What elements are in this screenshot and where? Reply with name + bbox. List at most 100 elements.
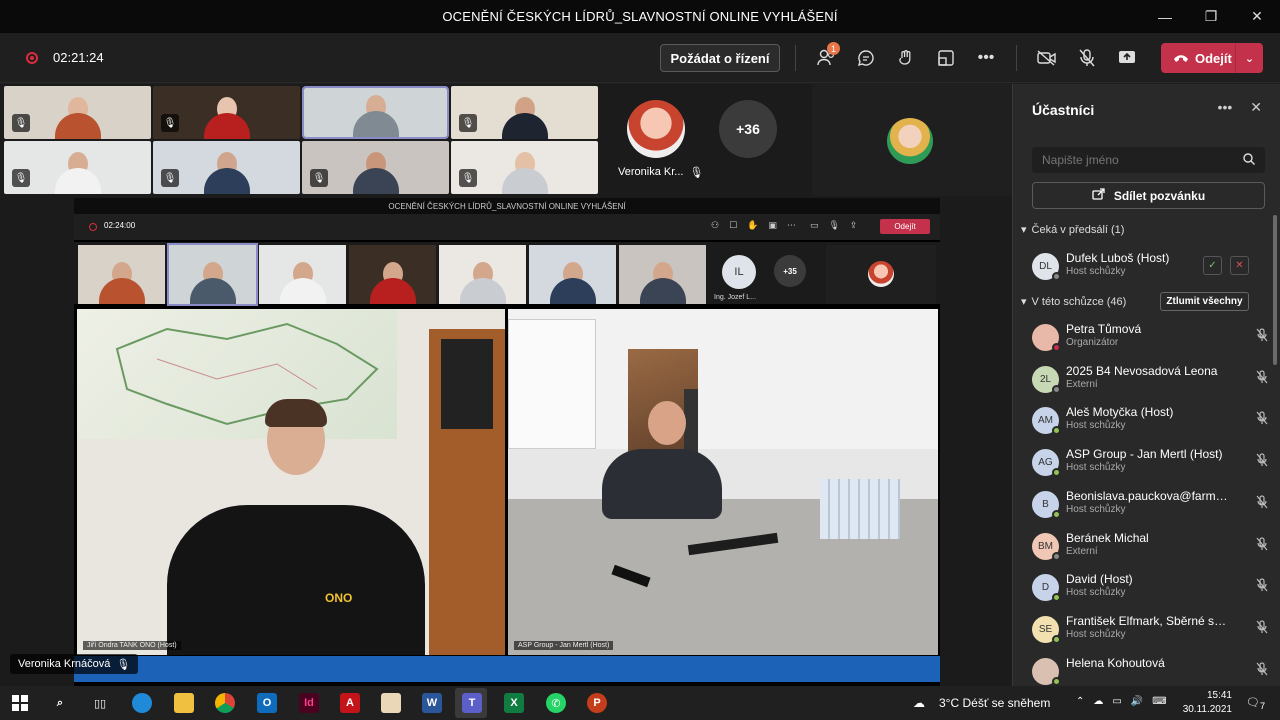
presenter-shirt: ONO — [167, 505, 425, 655]
outlook-icon[interactable]: O — [257, 693, 277, 713]
collapse-chevron-icon: ▾ — [1021, 224, 1027, 236]
meeting-section-header[interactable]: ▾ V této schůzce (46) — [1021, 295, 1126, 309]
search-field[interactable] — [1032, 147, 1265, 173]
participant-row[interactable]: D David (Host) Host schůzky — [1032, 570, 1268, 610]
shared-more-circle: +35 — [774, 255, 806, 287]
participant-row[interactable]: SE František Elfmark, Sběrné sur... Host s… — [1032, 612, 1268, 652]
featured-avatar[interactable] — [627, 100, 685, 158]
muted-mic-icon[interactable] — [1256, 495, 1268, 512]
participant-row[interactable]: BM Beránek Michal Externí — [1032, 529, 1268, 569]
rooms-icon[interactable] — [934, 46, 958, 70]
video-tile[interactable]: 🎙 — [153, 141, 300, 194]
camera-off-icon[interactable] — [1035, 46, 1059, 70]
task-view-icon[interactable]: ▯▯ — [90, 693, 110, 713]
participants-icon[interactable]: 1 — [814, 42, 840, 70]
lobby-row[interactable]: DL Dufek Luboš (Host) Host schůzky ✓ ✕ — [1032, 249, 1268, 289]
muted-mic-icon: 🎙 — [689, 167, 704, 179]
search-icon — [1243, 152, 1255, 168]
excel-icon[interactable]: X — [504, 693, 524, 713]
muted-mic-icon[interactable] — [1256, 453, 1268, 470]
video-tile[interactable]: 🎙 — [4, 86, 151, 139]
admit-check-icon[interactable]: ✓ — [1203, 256, 1222, 275]
muted-mic-icon[interactable] — [1256, 370, 1268, 387]
participant-avatar: B — [1032, 490, 1061, 519]
deny-x-icon[interactable]: ✕ — [1230, 256, 1249, 275]
muted-mic-icon[interactable] — [1256, 328, 1268, 345]
powerpoint-icon[interactable]: P — [587, 693, 607, 713]
mic-off-icon[interactable] — [1075, 46, 1099, 70]
file-explorer-icon[interactable] — [174, 693, 194, 713]
participant-row[interactable]: 2L 2025 B4 Nevosadová Leona Externí — [1032, 362, 1268, 402]
muted-mic-icon[interactable] — [1256, 536, 1268, 554]
video-tile[interactable]: 🎙 — [302, 141, 449, 194]
paint-icon[interactable] — [381, 693, 401, 713]
edge-icon[interactable] — [132, 693, 152, 713]
windows-start-icon[interactable] — [10, 693, 30, 713]
share-invite-label: Sdílet pozvánku — [1113, 188, 1206, 203]
participant-row[interactable]: AM Aleš Motyčka (Host) Host schůzky — [1032, 403, 1268, 443]
share-screen-icon[interactable] — [1115, 46, 1139, 70]
scrollbar[interactable] — [1273, 215, 1277, 365]
leave-dropdown-chevron-icon[interactable]: ⌄ — [1235, 43, 1263, 73]
left-video-label: Jiří Ondra TANK ONO (Host) — [83, 641, 181, 650]
acrobat-icon[interactable]: A — [340, 693, 360, 713]
participant-body — [501, 113, 548, 139]
mute-all-button[interactable]: Ztlumit všechny — [1160, 292, 1249, 311]
participant-row[interactable]: B Beonislava.pauckova@farmak... Host schůz… — [1032, 487, 1268, 527]
maximize-button[interactable]: ❐ — [1188, 0, 1234, 33]
muted-mic-icon[interactable] — [1256, 411, 1268, 428]
participant-name: František Elfmark, Sběrné sur... — [1066, 613, 1231, 628]
lobby-role: Host schůzky — [1066, 266, 1126, 277]
muted-mic-icon[interactable] — [1256, 620, 1268, 637]
participant-avatar: 2L — [1032, 365, 1061, 394]
search-icon[interactable]: ⌕ — [50, 693, 70, 713]
indesign-icon[interactable]: Id — [299, 693, 319, 713]
participant-body — [98, 278, 145, 304]
video-tile-selected[interactable] — [302, 86, 449, 139]
shared-thumb — [167, 243, 258, 306]
panel-more-icon[interactable]: ••• — [1218, 99, 1233, 116]
word-icon[interactable]: W — [422, 693, 442, 713]
shared-timer: 02:24:00 — [104, 221, 136, 230]
close-window-button[interactable]: ✕ — [1234, 0, 1280, 33]
chrome-icon[interactable] — [215, 693, 235, 713]
participant-body — [369, 278, 416, 304]
tray-icons[interactable]: ⌃☁▭🔊⌨ — [1076, 696, 1176, 707]
chat-icon[interactable] — [854, 46, 878, 70]
reactions-icon[interactable] — [894, 46, 918, 70]
participant-name: Petra Tůmová — [1066, 322, 1142, 336]
panel-close-icon[interactable]: ✕ — [1250, 99, 1262, 116]
participant-initials: BM — [1038, 540, 1053, 552]
participants-badge: 1 — [827, 42, 840, 55]
video-tile[interactable]: 🎙 — [451, 86, 598, 139]
lobby-avatar: DL — [1032, 253, 1061, 281]
status-dot — [1052, 551, 1061, 561]
muted-mic-icon[interactable] — [1256, 578, 1268, 595]
more-participants-button[interactable]: +36 — [719, 100, 777, 158]
clock[interactable]: 15:41 30.11.2021 — [1182, 689, 1232, 717]
participant-name: David (Host) — [1066, 572, 1133, 587]
participant-row[interactable]: AG ASP Group - Jan Mertl (Host) Host schůz… — [1032, 445, 1268, 485]
weather-text[interactable]: 3°C Déšť se sněhem — [939, 696, 1050, 710]
notifications-icon[interactable]: 🗨7 — [1246, 696, 1265, 711]
teams-icon[interactable]: T — [462, 693, 482, 713]
whatsapp-icon[interactable]: ✆ — [546, 693, 566, 713]
more-actions-icon[interactable]: ••• — [974, 46, 998, 70]
participant-body — [279, 278, 326, 304]
request-control-button[interactable]: Požádat o řízení — [660, 44, 780, 72]
share-invite-button[interactable]: Sdílet pozvánku — [1032, 182, 1265, 209]
muted-mic-icon[interactable] — [1256, 661, 1268, 679]
leave-label-group[interactable]: Odejít — [1161, 51, 1235, 66]
lobby-section-header[interactable]: ▾ Čeká v předsálí (1) — [1021, 223, 1124, 237]
search-input[interactable] — [1042, 153, 1232, 167]
video-tile[interactable]: 🎙 — [153, 86, 300, 139]
minimize-button[interactable]: — — [1142, 0, 1188, 33]
video-stage: 🎙 🎙 🎙 🎙 🎙 🎙 🎙 +36 Veronika Kr... � — [0, 84, 1012, 686]
leave-button[interactable]: Odejít ⌄ — [1161, 43, 1263, 73]
shared-recording-icon — [89, 223, 97, 231]
video-tile[interactable]: 🎙 — [451, 141, 598, 194]
participant-row[interactable]: Petra Tůmová Organizátor — [1032, 320, 1268, 360]
weather-cloud-icon[interactable]: ☁ — [913, 696, 925, 710]
participant-row[interactable]: Helena Kohoutová — [1032, 654, 1268, 686]
video-tile[interactable]: 🎙 — [4, 141, 151, 194]
